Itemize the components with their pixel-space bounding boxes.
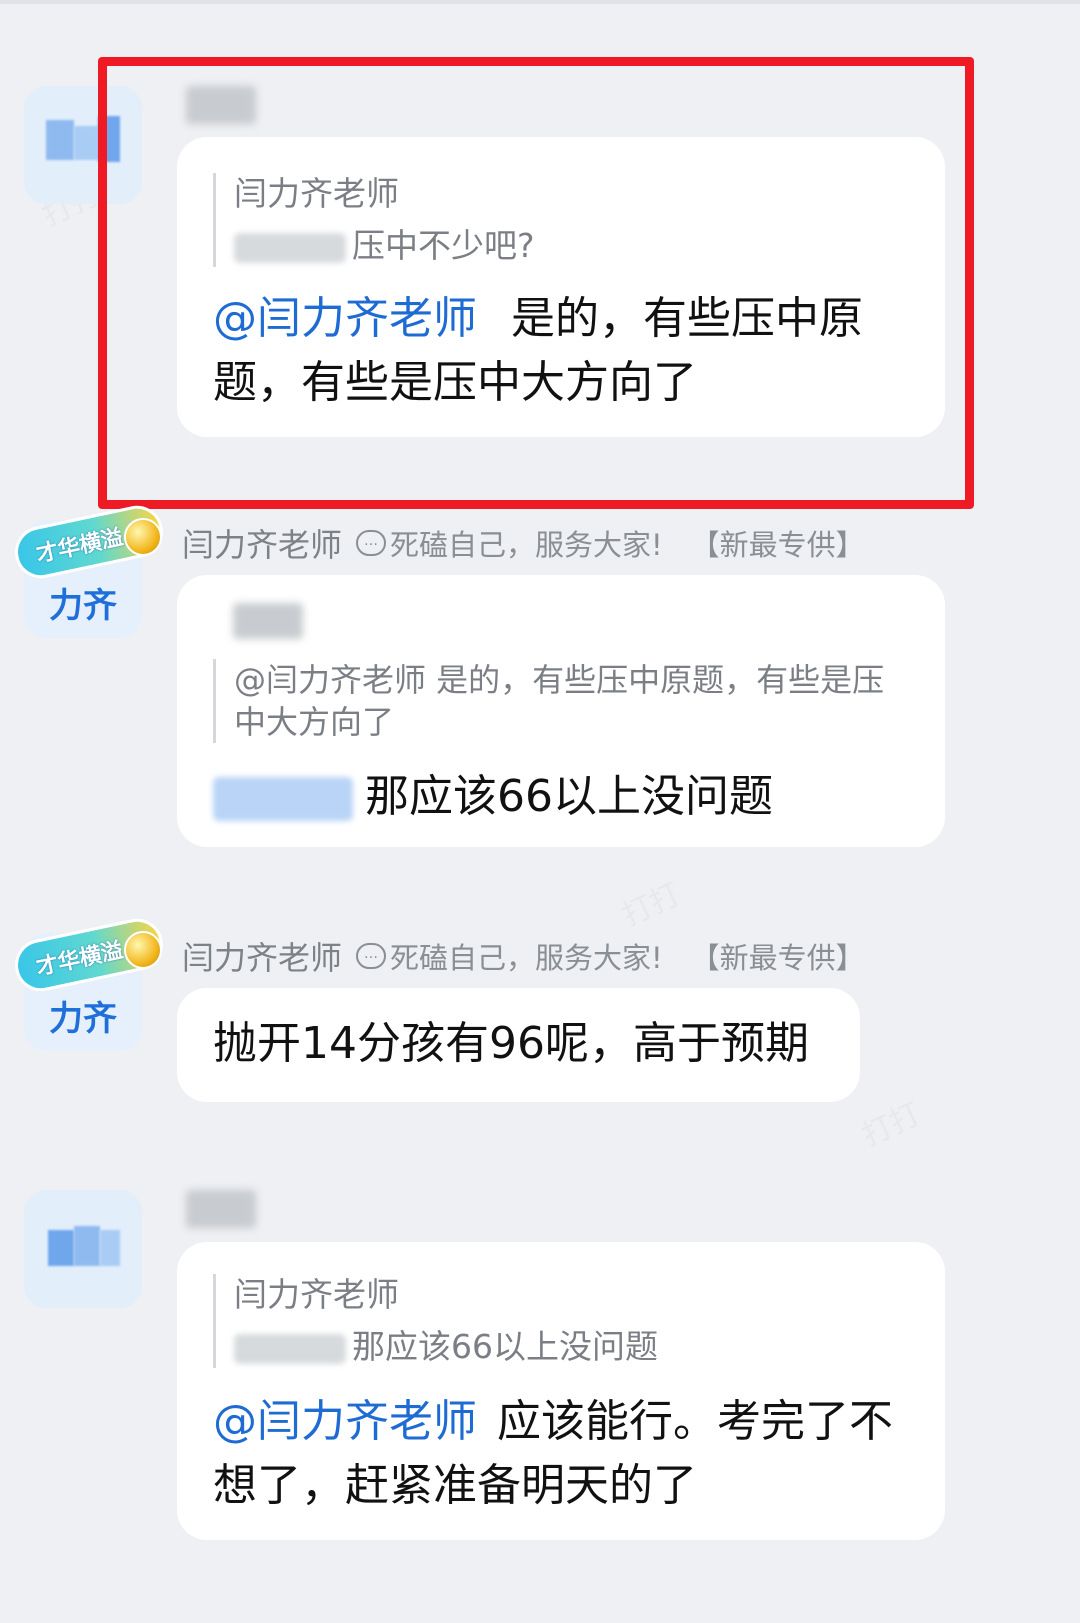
quote-block: @闫力齐老师 是的，有些压中原题，有些是压中大方向了 [213, 659, 894, 743]
quote-text: 那应该66以上没问题 [352, 1327, 658, 1366]
avatar-label: 力齐 [49, 999, 117, 1039]
sender-name[interactable]: 闫力齐老师 [182, 520, 342, 566]
quote-line: 那应该66以上没问题 [234, 1326, 914, 1368]
quote-author: 闫力齐老师 [234, 1275, 399, 1314]
avatar-label: 力齐 [49, 586, 117, 626]
watermark: 打打 [856, 1096, 927, 1154]
blurred-text [234, 1333, 346, 1364]
gem-icon [124, 931, 162, 969]
message-bubble[interactable]: 闫力齐老师 那应该66以上没问题 @闫力齐老师 应该能行。考完了不想了，赶紧准备明… [177, 1242, 945, 1540]
highlight-frame [98, 57, 974, 509]
sender-row: 闫力齐老师 … 死磕自己，服务大家! 【新最专供】 [182, 933, 865, 979]
speech-bubble-icon: … [356, 530, 387, 556]
message-body: 那应该66以上没问题 [365, 771, 773, 822]
signature-text: 死磕自己，服务大家! [390, 941, 663, 975]
signature-text: 死磕自己，服务大家! [390, 528, 663, 562]
blurred-mention [213, 777, 353, 821]
sender-row: 闫力齐老师 … 死磕自己，服务大家! 【新最专供】 [182, 520, 865, 566]
sender-name[interactable]: 闫力齐老师 [182, 933, 342, 979]
user-avatar[interactable] [24, 1190, 142, 1308]
teacher-avatar[interactable]: 才华横溢 力齐 [10, 913, 168, 1051]
message-text: @闫力齐老师 应该能行。考完了不想了，赶紧准备明天的了 [213, 1390, 903, 1518]
mention-link[interactable]: @闫力齐老师 [213, 1396, 477, 1447]
quote-block: 闫力齐老师 那应该66以上没问题 [213, 1274, 914, 1368]
message-bubble[interactable]: 抛开14分孩有96呢，高于预期 [177, 988, 860, 1102]
teacher-avatar[interactable]: 才华横溢 力齐 [10, 500, 168, 638]
speech-bubble-icon: … [356, 943, 387, 969]
group-tag: 【新最专供】 [690, 941, 865, 975]
message-bubble[interactable]: @闫力齐老师 是的，有些压中原题，有些是压中大方向了 那应该66以上没问题 [177, 575, 945, 847]
gem-icon [124, 518, 162, 556]
sender-name-blurred [186, 1190, 256, 1228]
blurred-quote-author [233, 603, 303, 639]
quote-text: @闫力齐老师 是的，有些压中原题，有些是压中大方向了 [234, 661, 885, 741]
top-divider [0, 0, 1080, 4]
group-tag: 【新最专供】 [690, 528, 865, 562]
watermark: 打打 [616, 876, 687, 934]
message-text: 抛开14分孩有96呢，高于预期 [213, 1018, 809, 1069]
message-text: 那应该66以上没问题 [213, 765, 923, 829]
